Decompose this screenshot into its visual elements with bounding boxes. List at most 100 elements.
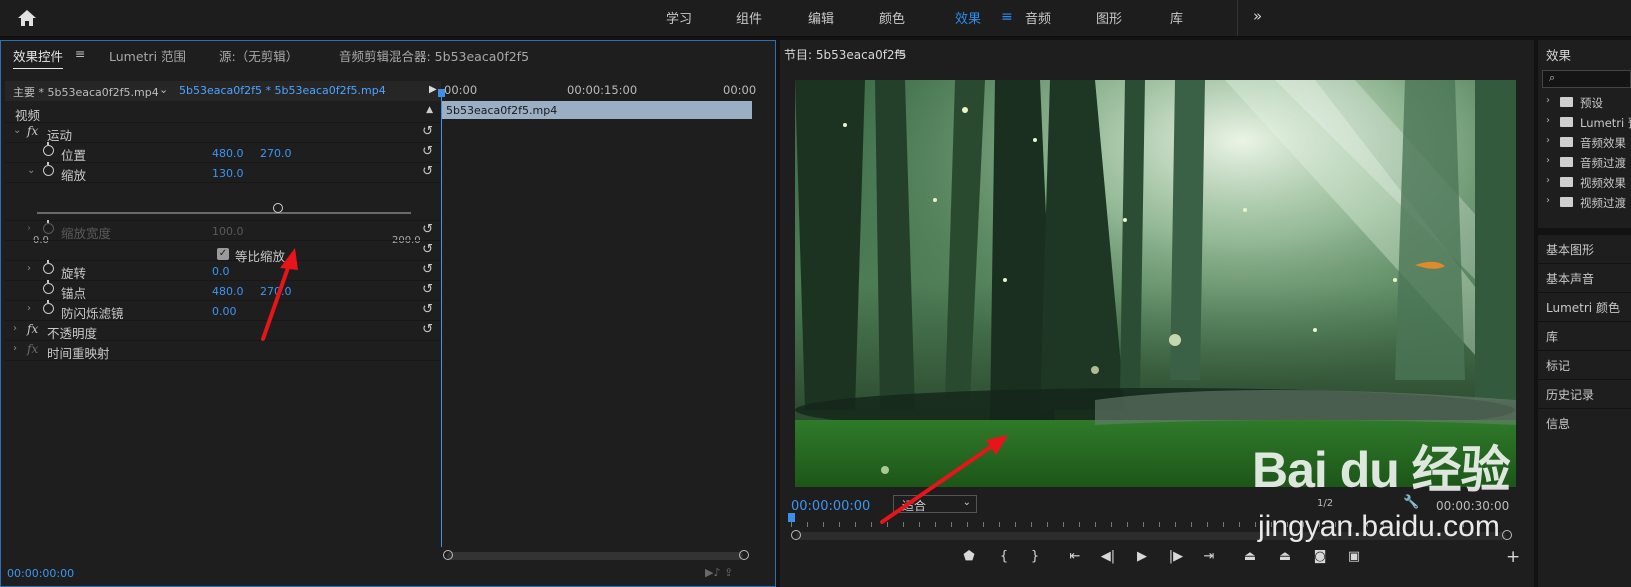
chevron-right-icon[interactable]: › [1546, 115, 1550, 126]
uniform-scale-checkbox[interactable]: ✓ [217, 248, 229, 260]
reset-icon[interactable]: ↺ [422, 322, 433, 337]
fx-icon[interactable]: fx [27, 124, 38, 138]
chevron-right-icon[interactable]: › [1546, 195, 1550, 206]
go-to-out-icon[interactable]: ⇥ [1199, 549, 1219, 564]
program-playhead[interactable] [788, 513, 795, 522]
play-triangle-icon[interactable]: ▶ [429, 84, 437, 95]
playhead-line[interactable] [441, 97, 442, 547]
play-icon[interactable]: ▶ [1132, 549, 1152, 564]
chevron-right-icon[interactable]: › [1546, 175, 1550, 186]
workspace-libraries[interactable]: 库 [1170, 8, 1183, 27]
position-y-value[interactable]: 270.0 [260, 147, 292, 160]
property-row-flicker[interactable]: › 防闪烁滤镜 0.00 ↺ [5, 300, 441, 321]
workspace-color[interactable]: 颜色 [879, 8, 905, 27]
home-icon[interactable] [16, 8, 38, 28]
property-row-scale-width[interactable]: › 缩放宽度 100.0 ↺ [5, 220, 441, 241]
mark-in-icon[interactable]: { [994, 549, 1014, 564]
scale-value[interactable]: 130.0 [212, 167, 244, 180]
camera-icon[interactable]: ◙ [1310, 549, 1330, 564]
chevron-right-icon[interactable]: › [13, 343, 17, 354]
workspace-audio[interactable]: 音频 [1025, 8, 1051, 27]
flicker-value[interactable]: 0.00 [212, 305, 237, 318]
zoom-fit-select[interactable]: 适合 ⌄ [893, 495, 977, 513]
workspace-graphics[interactable]: 图形 [1096, 8, 1122, 27]
panel-libraries[interactable]: 库 [1538, 321, 1631, 350]
go-to-in-icon[interactable]: ⇤ [1065, 549, 1085, 564]
chevron-right-icon[interactable]: › [27, 223, 31, 234]
reset-icon[interactable]: ↺ [422, 164, 433, 179]
chevron-right-icon[interactable]: › [1546, 155, 1550, 166]
reset-icon[interactable]: ↺ [422, 262, 433, 277]
chevron-down-icon[interactable]: ⌄ [159, 83, 168, 96]
scroll-handle-left[interactable] [443, 550, 453, 560]
workspace-learn[interactable]: 学习 [666, 8, 692, 27]
reset-icon[interactable]: ↺ [422, 282, 433, 297]
panel-markers[interactable]: 标记 [1538, 350, 1631, 379]
chevron-down-icon[interactable]: ⌄ [13, 125, 21, 136]
reset-icon[interactable]: ↺ [422, 242, 433, 257]
scale-slider-track[interactable] [37, 212, 411, 214]
effects-folder-video-transitions[interactable]: › 视频过渡 [1538, 192, 1631, 212]
effects-folder-video-effects[interactable]: › 视频效果 [1538, 172, 1631, 192]
scroll-handle-right[interactable] [1502, 530, 1512, 540]
panel-menu-icon[interactable]: ≡ [896, 46, 906, 60]
panel-essential-graphics[interactable]: 基本图形 [1538, 234, 1631, 263]
position-x-value[interactable]: 480.0 [212, 147, 244, 160]
marker-icon[interactable]: ⬟ [959, 549, 979, 564]
stopwatch-icon[interactable] [43, 280, 54, 294]
sequence-clip-label[interactable]: 5b53eaca0f2f5 * 5b53eaca0f2f5.mp4 [179, 84, 386, 97]
chevron-right-icon[interactable]: › [1546, 95, 1550, 106]
panel-menu-icon[interactable]: ≡ [75, 46, 85, 61]
program-timecode[interactable]: 00:00:00:00 [791, 499, 870, 514]
panel-lumetri-color[interactable]: Lumetri 颜色 [1538, 292, 1631, 321]
scroll-handle-right[interactable] [739, 550, 749, 560]
step-back-icon[interactable]: ◀| [1098, 549, 1118, 564]
extract-icon[interactable]: ⏏ [1275, 549, 1295, 564]
program-monitor-title[interactable]: 节目: 5b53eaca0f2f5 [784, 46, 906, 63]
reset-icon[interactable]: ↺ [422, 144, 433, 159]
fx-icon[interactable]: fx [27, 322, 38, 336]
more-workspaces-icon[interactable]: » [1253, 7, 1262, 25]
effect-row-motion[interactable]: ⌄ fx 运动 ↺ [5, 122, 441, 143]
property-row-rotation[interactable]: › 旋转 0.0 ↺ [5, 260, 441, 281]
workspace-editing[interactable]: 编辑 [808, 8, 834, 27]
scroll-handle-left[interactable] [791, 530, 801, 540]
chevron-right-icon[interactable]: › [27, 303, 31, 314]
effect-row-time-remap[interactable]: › fx 时间重映射 [5, 340, 441, 361]
property-row-position[interactable]: 位置 480.0 270.0 ↺ [5, 142, 441, 163]
tab-lumetri-scopes[interactable]: Lumetri 范围 [109, 46, 186, 65]
compare-view-icon[interactable]: ▣ [1344, 549, 1364, 564]
reset-icon[interactable]: ↺ [422, 124, 433, 139]
effect-controls-timecode[interactable]: 00:00:00:00 [7, 567, 74, 580]
panel-info[interactable]: 信息 [1538, 408, 1631, 437]
add-button-icon[interactable]: + [1506, 547, 1520, 567]
anchor-y-value[interactable]: 270.0 [260, 285, 292, 298]
scale-slider-thumb[interactable] [273, 203, 283, 213]
panel-essential-sound[interactable]: 基本声音 [1538, 263, 1631, 292]
rotation-value[interactable]: 0.0 [212, 265, 230, 278]
step-forward-icon[interactable]: |▶ [1166, 549, 1186, 564]
property-row-scale[interactable]: ⌄ 缩放 130.0 ↺ [5, 162, 441, 183]
tab-audio-clip-mixer[interactable]: 音频剪辑混合器: 5b53eaca0f2f5 [339, 46, 529, 65]
chevron-right-icon[interactable]: › [1546, 135, 1550, 146]
panel-history[interactable]: 历史记录 [1538, 379, 1631, 408]
stopwatch-icon[interactable] [43, 300, 54, 314]
stopwatch-icon[interactable] [43, 162, 54, 176]
workspace-effects[interactable]: 效果 [955, 8, 981, 27]
reset-icon[interactable]: ↺ [422, 302, 433, 317]
reset-icon[interactable]: ↺ [422, 222, 433, 237]
effects-panel-title[interactable]: 效果 [1546, 45, 1571, 64]
filter-audio-icon[interactable]: ▶♪ ⇪ [705, 566, 733, 579]
effects-folder-audio-transitions[interactable]: › 音频过渡 [1538, 152, 1631, 172]
tab-effect-controls[interactable]: 效果控件 [13, 46, 64, 69]
anchor-x-value[interactable]: 480.0 [212, 285, 244, 298]
workspace-assembly[interactable]: 组件 [736, 8, 762, 27]
master-clip-label[interactable]: 主要 * 5b53eaca0f2f5.mp4 [13, 84, 159, 100]
chevron-right-icon[interactable]: › [13, 323, 17, 334]
lift-icon[interactable]: ⏏ [1240, 549, 1260, 564]
collapse-icon[interactable]: ▲ [426, 105, 433, 115]
workspace-menu-icon[interactable]: ≡ [1001, 9, 1013, 25]
playhead-handle[interactable] [438, 89, 445, 97]
stopwatch-icon[interactable] [43, 142, 54, 156]
timeline-scrollbar[interactable] [447, 552, 743, 560]
